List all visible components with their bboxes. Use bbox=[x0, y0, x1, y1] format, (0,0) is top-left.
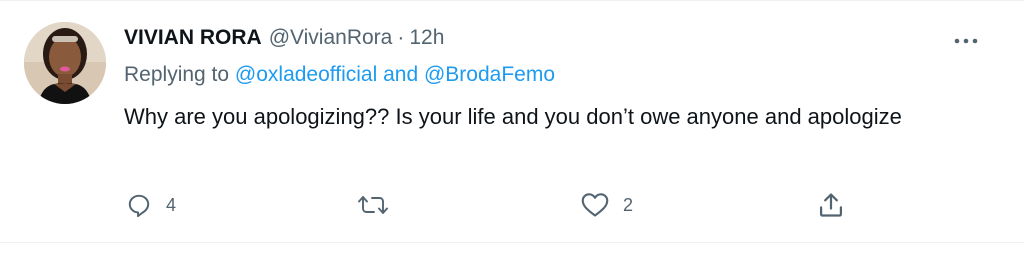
like-count: 2 bbox=[623, 194, 634, 215]
reply-icon bbox=[128, 194, 150, 218]
more-horizontal-icon bbox=[954, 38, 978, 44]
reply-count: 4 bbox=[166, 194, 177, 215]
heart-icon bbox=[581, 193, 609, 217]
share-icon bbox=[819, 193, 843, 217]
replying-and[interactable]: and bbox=[377, 63, 424, 86]
timestamp[interactable]: 12h bbox=[409, 26, 444, 50]
tweet-text: Why are you apologizing?? Is your life a… bbox=[124, 104, 902, 129]
user-handle[interactable]: @VivianRora bbox=[269, 26, 393, 50]
share-button[interactable] bbox=[817, 190, 845, 220]
tweet[interactable]: VIVIAN RORA @VivianRora · 12h Replying t… bbox=[0, 0, 1024, 255]
replying-prefix: Replying to bbox=[124, 63, 235, 86]
display-name[interactable]: VIVIAN RORA bbox=[124, 26, 262, 50]
replying-to: Replying to @oxladeofficial and @BrodaFe… bbox=[124, 63, 555, 87]
more-button[interactable] bbox=[948, 30, 984, 52]
mention-link-brodafemo[interactable]: @BrodaFemo bbox=[424, 63, 555, 86]
retweet-icon bbox=[358, 196, 388, 214]
retweet-button[interactable] bbox=[357, 190, 403, 220]
bottom-divider bbox=[0, 242, 1024, 243]
avatar-image bbox=[24, 22, 106, 104]
reply-button[interactable]: 4 bbox=[126, 190, 176, 220]
top-divider bbox=[0, 0, 1024, 1]
avatar[interactable] bbox=[24, 22, 106, 104]
like-button[interactable]: 2 bbox=[581, 190, 633, 220]
separator-dot: · bbox=[397, 26, 405, 49]
tweet-header: VIVIAN RORA @VivianRora · 12h bbox=[124, 26, 444, 56]
mention-link-oxladeofficial[interactable]: @oxladeofficial bbox=[235, 63, 377, 86]
